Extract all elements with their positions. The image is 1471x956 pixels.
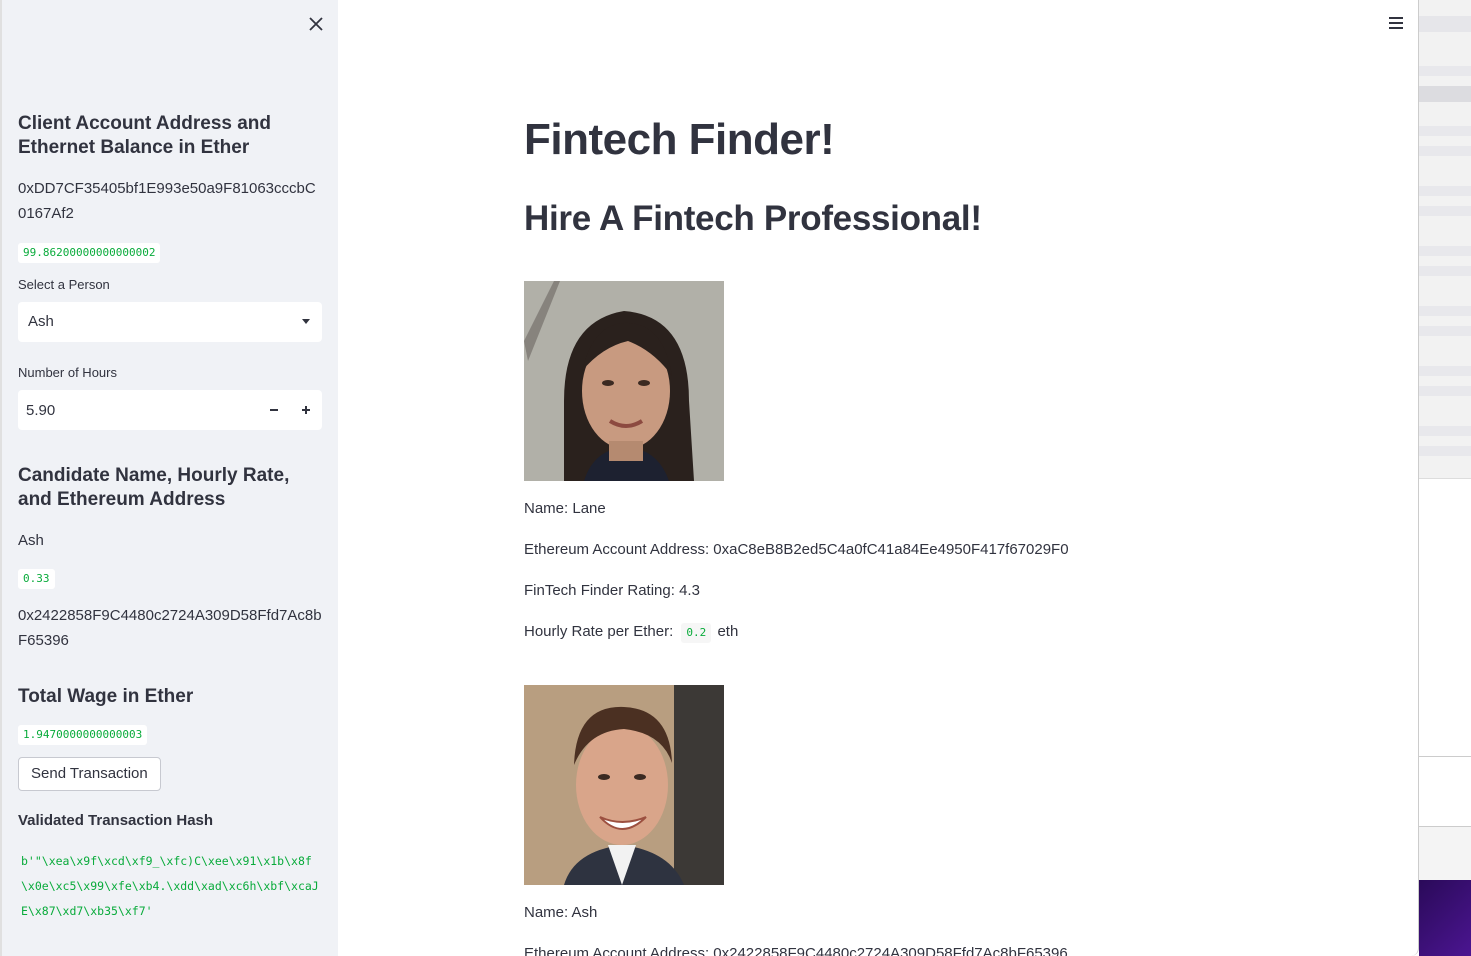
decrement-button[interactable] — [258, 390, 290, 430]
minus-icon — [270, 409, 278, 411]
transaction-hash-value: b'"\xea\x9f\xcd\xf9_\xfc)C\xee\x91\x1b\x… — [21, 854, 319, 918]
select-person-label: Select a Person — [18, 277, 110, 292]
candidate-name: Ash — [18, 532, 44, 549]
close-icon — [309, 17, 323, 31]
client-address: 0xDD7CF35405bf1E993e50a9F81063cccbC0167A… — [18, 180, 316, 222]
transaction-hash-heading: Validated Transaction Hash — [18, 812, 214, 829]
chevron-down-icon — [302, 319, 310, 324]
send-transaction-button[interactable]: Send Transaction — [18, 757, 161, 791]
candidate-photo-ash — [524, 685, 724, 885]
hours-input[interactable] — [18, 390, 258, 430]
hours-label: Number of Hours — [18, 365, 117, 380]
candidate-name-line: Name: Lane — [524, 500, 606, 517]
candidate-rate-line: Hourly Rate per Ether: 0.2 eth — [524, 621, 738, 643]
rate-value: 0.2 — [681, 623, 712, 643]
page-subtitle: Hire A Fintech Professional! — [524, 199, 982, 238]
plus-icon — [302, 406, 310, 414]
hours-stepper — [18, 390, 322, 430]
close-sidebar-button[interactable] — [304, 12, 328, 36]
select-person-dropdown[interactable]: Ash — [18, 302, 322, 342]
increment-button[interactable] — [290, 390, 322, 430]
total-wage-heading: Total Wage in Ether — [18, 686, 194, 707]
sidebar: Client Account Address and Ethernet Bala… — [0, 0, 338, 956]
main-menu-button[interactable] — [1386, 14, 1406, 32]
client-account-heading: Client Account Address and Ethernet Bala… — [18, 113, 272, 158]
client-balance: 99.86200000000000002 — [18, 243, 161, 263]
hamburger-menu-icon — [1386, 17, 1406, 29]
candidate-name-line: Name: Ash — [524, 904, 598, 921]
candidate-address-line: Ethereum Account Address: 0xaC8eB8B2ed5C… — [524, 541, 1069, 558]
total-wage-value: 1.9470000000000003 — [18, 725, 148, 745]
background-desktop — [1419, 0, 1471, 956]
candidate-address-line: Ethereum Account Address: 0x2422858F9C44… — [524, 945, 1068, 956]
candidate-rate: 0.33 — [18, 569, 55, 589]
candidate-address: 0x2422858F9C4480c2724A309D58Ffd7Ac8bF653… — [18, 607, 322, 649]
candidate-photo-lane — [524, 281, 724, 481]
rate-unit: eth — [717, 623, 739, 640]
page-title: Fintech Finder! — [524, 115, 835, 164]
candidate-rating-line: FinTech Finder Rating: 4.3 — [524, 582, 700, 599]
candidate-heading: Candidate Name, Hourly Rate, and Ethereu… — [18, 465, 290, 510]
rate-label: Hourly Rate per Ether: — [524, 623, 674, 640]
app-window: Client Account Address and Ethernet Bala… — [0, 0, 1419, 956]
select-person-value: Ash — [28, 313, 54, 330]
